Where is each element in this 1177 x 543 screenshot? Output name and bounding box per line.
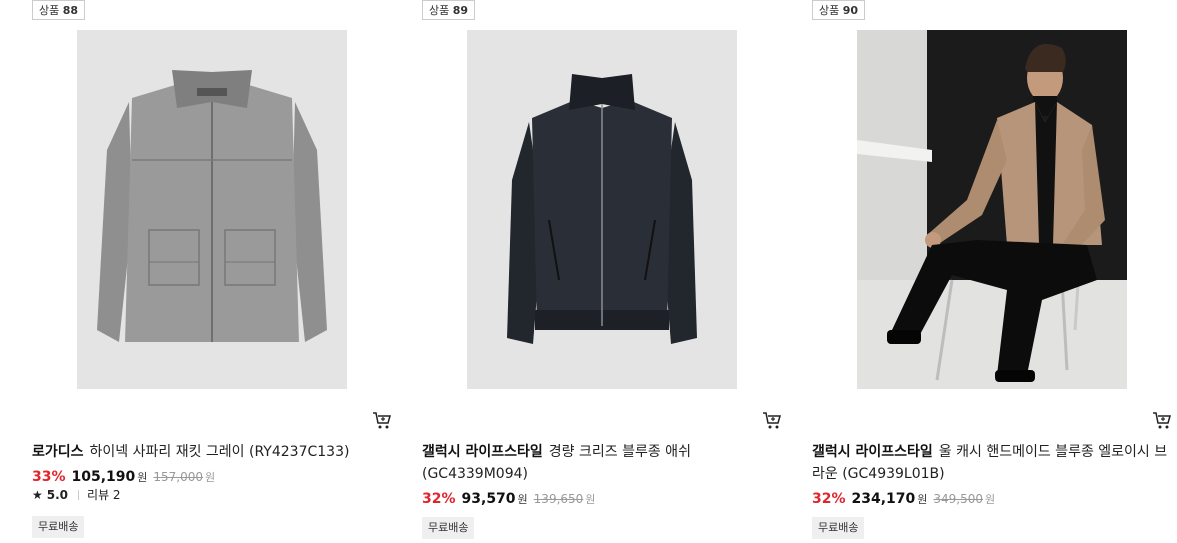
price-unit: 원 [137,471,148,484]
brand-name[interactable]: 갤럭시 라이프스타일 [812,444,933,460]
original-price-unit: 원 [585,493,596,506]
rank-badge: 상품 90 [812,0,866,20]
price-unit: 원 [917,493,928,506]
product-name[interactable]: 하이넥 사파리 재킷 그레이 (RY4237C133) [90,444,350,460]
model-wearing-brown-blouson-photo [857,30,1127,389]
price-row: 32% 93,570 원 139,650 원 [422,490,595,509]
review-row[interactable]: ★ 5.0 리뷰 2 [32,487,121,503]
product-title[interactable]: 갤럭시 라이프스타일 경량 크리즈 블루종 애쉬 (GC4339M094) [422,441,782,485]
rank-prefix: 상품 [39,4,60,17]
rank-prefix: 상품 [819,4,840,17]
free-shipping-badge: 무료배송 [32,516,85,538]
gray-safari-jacket-image [77,30,347,389]
free-shipping-badge: 무료배송 [422,517,475,539]
product-card-88[interactable]: 상품 88 로가디스 하이넥 사파리 재킷 그레이 (RY4237C133) 3… [32,0,392,543]
rank-prefix: 상품 [429,4,450,17]
product-card-89[interactable]: 상품 89 갤럭시 라이프스타일 경량 크리즈 블루종 애쉬 (GC4339M09… [422,0,782,543]
cart-icon[interactable] [762,410,782,430]
original-price-unit: 원 [985,493,996,506]
original-price: 349,500 [933,492,984,506]
price-row: 33% 105,190 원 157,000 원 [32,468,215,487]
original-price: 157,000 [153,470,204,484]
review-count[interactable]: 리뷰 2 [87,488,121,502]
free-shipping-badge: 무료배송 [812,517,865,539]
rank-number: 88 [62,4,79,17]
rank-badge: 상품 89 [422,0,476,20]
sale-price: 234,170 [851,491,916,507]
discount-rate: 32% [812,491,846,507]
brand-name[interactable]: 갤럭시 라이프스타일 [422,444,543,460]
product-image[interactable] [857,30,1127,389]
brand-name[interactable]: 로가디스 [32,444,84,460]
price-row: 32% 234,170 원 349,500 원 [812,490,995,509]
cart-icon[interactable] [372,410,392,430]
discount-rate: 32% [422,491,456,507]
original-price: 139,650 [533,492,584,506]
rank-number: 90 [842,4,859,17]
sale-price: 93,570 [461,491,516,507]
original-price-unit: 원 [205,471,216,484]
cart-icon[interactable] [1152,410,1172,430]
discount-rate: 33% [32,469,66,485]
product-image[interactable] [467,30,737,389]
rank-badge: 상품 88 [32,0,86,20]
divider [78,490,80,500]
price-unit: 원 [517,493,528,506]
star-icon: ★ [32,488,43,502]
rating-score: 5.0 [46,488,69,502]
sale-price: 105,190 [71,469,136,485]
rank-number: 89 [452,4,469,17]
product-title[interactable]: 로가디스 하이넥 사파리 재킷 그레이 (RY4237C133) [32,441,392,463]
product-image[interactable] [77,30,347,389]
product-card-90[interactable]: 상품 90 갤럭시 라이프스타일 울 캐시 핸드메이드 블루종 엘로이시 브라운… [812,0,1172,543]
product-title[interactable]: 갤럭시 라이프스타일 울 캐시 핸드메이드 블루종 엘로이시 브라운 (GC493… [812,441,1172,485]
black-blouson-jacket-image [467,30,737,389]
